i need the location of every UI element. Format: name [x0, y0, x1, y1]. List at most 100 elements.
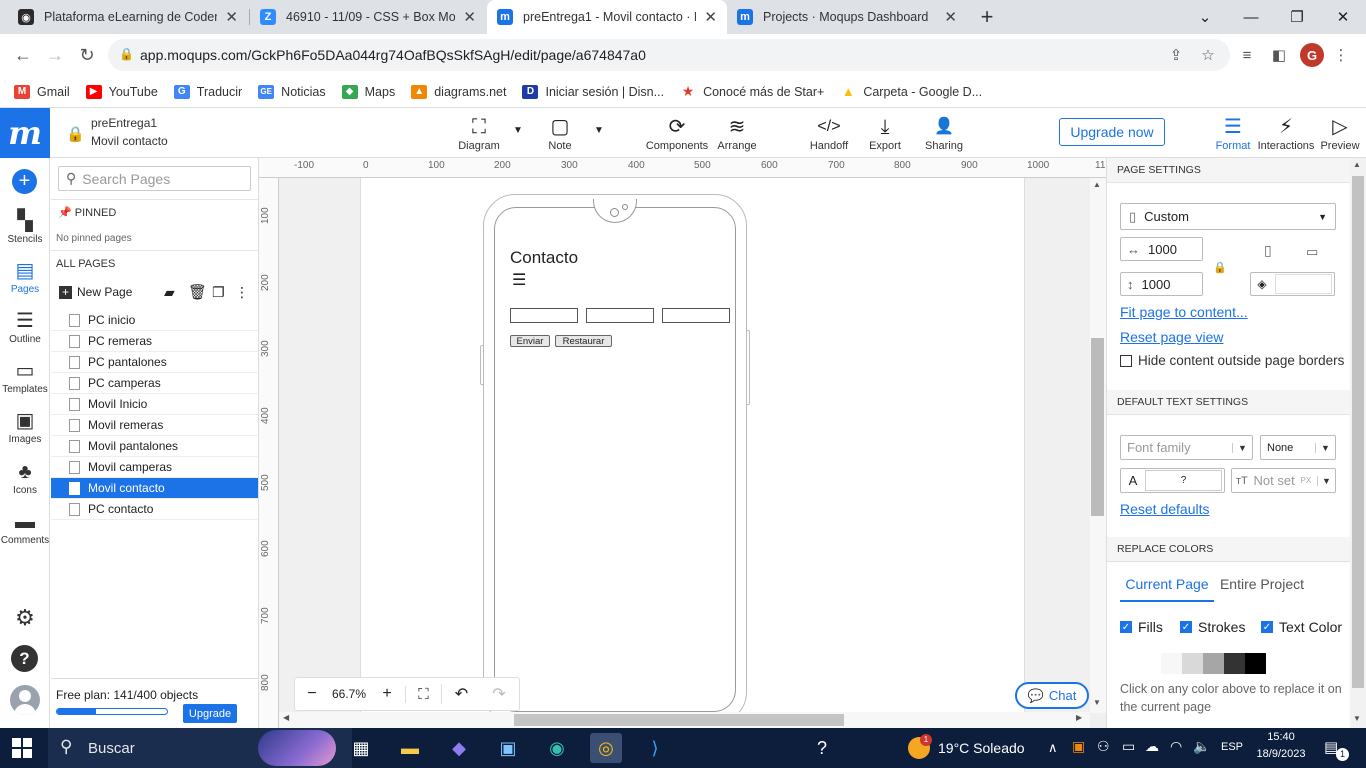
- url-bar[interactable]: 🔒 app.moqups.com/GckPh6Fo5DAa044rg74OafB…: [108, 39, 1230, 71]
- file-explorer-icon[interactable]: ▬: [394, 733, 426, 763]
- tab-entire-project[interactable]: Entire Project: [1214, 576, 1310, 602]
- moqups-logo[interactable]: m: [0, 108, 50, 158]
- sharing-tool[interactable]: 👤 Sharing: [922, 114, 966, 152]
- bookmark-drive[interactable]: ▲ Carpeta - Google D...: [840, 84, 982, 99]
- color-swatch[interactable]: [1140, 653, 1161, 674]
- browser-tab-moqups-dashboard[interactable]: m Projects · Moqups Dashboard ✕: [727, 0, 967, 34]
- page-item[interactable]: Movil remeras: [51, 415, 258, 436]
- bookmark-star-plus[interactable]: ★ Conocé más de Star+: [680, 83, 824, 99]
- note-tool[interactable]: ▢ Note: [540, 114, 580, 152]
- components-tool[interactable]: ⟳ Components: [646, 114, 708, 152]
- back-button[interactable]: ←: [8, 34, 38, 76]
- page-fill-color[interactable]: ◈: [1250, 272, 1335, 296]
- note-dropdown-icon[interactable]: ▼: [594, 125, 604, 136]
- volume-icon[interactable]: 🔈: [1193, 738, 1210, 755]
- clock-date[interactable]: 18/9/2023: [1252, 748, 1310, 760]
- color-swatch[interactable]: [1224, 653, 1245, 674]
- landscape-icon[interactable]: ▭: [1306, 244, 1318, 260]
- side-panel-icon[interactable]: ◧: [1266, 42, 1292, 68]
- font-size-input[interactable]: A ?: [1120, 468, 1225, 493]
- font-family-select[interactable]: Font family ▼: [1120, 435, 1253, 460]
- upgrade-now-button[interactable]: Upgrade now: [1059, 118, 1165, 146]
- arrange-tool[interactable]: ≋ Arrange: [714, 114, 760, 152]
- strokes-checkbox[interactable]: ✓ Strokes: [1180, 619, 1245, 635]
- project-name[interactable]: preEntrega1: [91, 116, 157, 130]
- edge-icon[interactable]: ◉: [541, 733, 573, 763]
- show-hidden-icons[interactable]: ∧: [1048, 740, 1058, 756]
- page-item[interactable]: PC inicio: [51, 310, 258, 331]
- browser-tab-moqups-active[interactable]: m preEntrega1 - Movil contacto · Moqups …: [487, 0, 727, 34]
- rail-templates[interactable]: ▭ Templates: [0, 358, 50, 395]
- reload-button[interactable]: ↻: [72, 34, 102, 76]
- delete-icon[interactable]: 🗑: [188, 283, 207, 301]
- weather-temp[interactable]: 19°C Soleado: [938, 740, 1025, 756]
- share-page-icon[interactable]: ⇪: [1163, 42, 1189, 68]
- add-icon[interactable]: +: [12, 169, 37, 194]
- zoom-level[interactable]: 66.7%: [329, 687, 369, 701]
- rail-outline[interactable]: ☰ Outline: [0, 308, 50, 345]
- rail-pages[interactable]: ▤ Pages: [0, 258, 50, 295]
- page-item[interactable]: PC contacto: [51, 499, 258, 520]
- horizontal-scroll-thumb[interactable]: [514, 714, 844, 726]
- bookmark-traducir[interactable]: G Traducir: [173, 84, 242, 99]
- bookmark-diagrams[interactable]: ▲ diagrams.net: [411, 84, 506, 99]
- bookmark-maps[interactable]: ◆ Maps: [341, 84, 395, 99]
- forward-button[interactable]: →: [40, 34, 70, 76]
- vscode-icon[interactable]: ⟩: [639, 733, 671, 763]
- phone-screen[interactable]: [494, 207, 736, 712]
- search-pages-input[interactable]: ⚲ Search Pages: [58, 166, 251, 191]
- close-tab-icon[interactable]: ✕: [704, 8, 717, 26]
- list-icon[interactable]: ☰: [512, 273, 526, 289]
- page-height-input[interactable]: ↕ 1000: [1120, 272, 1203, 296]
- bookmark-gmail[interactable]: M Gmail: [14, 84, 70, 99]
- tab-current-page[interactable]: Current Page: [1120, 576, 1214, 602]
- bookmark-youtube[interactable]: ▶ YouTube: [85, 84, 158, 99]
- duplicate-icon[interactable]: ❐: [212, 284, 225, 301]
- zoom-out-button[interactable]: −: [295, 685, 329, 703]
- diagram-dropdown-icon[interactable]: ▼: [513, 125, 523, 136]
- close-tab-icon[interactable]: ✕: [944, 8, 957, 26]
- windows-start-icon[interactable]: [12, 738, 32, 758]
- search-highlight-image[interactable]: [258, 730, 336, 766]
- rail-comments[interactable]: ▬ Comments: [0, 509, 50, 546]
- rail-images[interactable]: ▣ Images: [0, 408, 50, 445]
- color-swatch[interactable]: [1161, 653, 1182, 674]
- page-item[interactable]: Movil camperas: [51, 457, 258, 478]
- scroll-up-icon[interactable]: ▲: [1353, 160, 1361, 169]
- page-item[interactable]: Movil Inicio: [51, 394, 258, 415]
- page-item[interactable]: PC pantalones: [51, 352, 258, 373]
- current-page-name[interactable]: Movil contacto: [91, 134, 168, 148]
- settings-button[interactable]: ⚙: [0, 605, 50, 631]
- color-swatch[interactable]: [1245, 653, 1266, 674]
- diagram-tool[interactable]: ⛶ Diagram: [456, 114, 502, 152]
- font-weight-select[interactable]: None ▼: [1260, 435, 1336, 460]
- profile-avatar[interactable]: G: [1300, 43, 1324, 67]
- help-icon[interactable]: ?: [11, 645, 38, 672]
- page-item[interactable]: PC camperas: [51, 373, 258, 394]
- page-preset-select[interactable]: ▯ Custom ▼: [1120, 203, 1336, 230]
- fit-screen-icon[interactable]: ⛶: [405, 685, 441, 703]
- bookmark-noticias[interactable]: GE Noticias: [258, 84, 326, 99]
- mockup-send-button[interactable]: Enviar: [510, 335, 550, 347]
- rail-icons[interactable]: ♣ Icons: [0, 459, 50, 496]
- hide-content-checkbox[interactable]: Hide content outside page borders: [1120, 353, 1344, 368]
- task-view-icon[interactable]: ▦: [345, 733, 377, 763]
- bookmark-disney[interactable]: D Iniciar sesión | Disn...: [522, 84, 664, 99]
- line-height-input[interactable]: ᴛT Not set PX ▼: [1231, 468, 1336, 493]
- page-width-input[interactable]: ↔ 1000: [1120, 237, 1203, 261]
- mockup-input-field[interactable]: [586, 308, 654, 323]
- undo-icon[interactable]: ↶: [441, 684, 481, 704]
- zoom-in-button[interactable]: +: [369, 685, 405, 703]
- upgrade-button[interactable]: Upgrade: [183, 704, 237, 723]
- chat-button[interactable]: 💬 Chat: [1015, 682, 1089, 709]
- tray-network-icon[interactable]: ⚇: [1097, 738, 1110, 755]
- tray-device-icon[interactable]: ▭: [1122, 738, 1135, 755]
- reading-list-icon[interactable]: ≡: [1234, 42, 1260, 68]
- fit-page-link[interactable]: Fit page to content...: [1120, 304, 1248, 320]
- language-indicator[interactable]: ESP: [1221, 741, 1243, 753]
- chrome-icon[interactable]: ◎: [590, 733, 622, 763]
- more-options-icon[interactable]: ⋮: [235, 284, 249, 301]
- wifi-icon[interactable]: ◠: [1170, 738, 1182, 755]
- preview-tab[interactable]: ▷ Preview: [1318, 114, 1362, 152]
- mockup-heading[interactable]: Contacto: [510, 248, 578, 268]
